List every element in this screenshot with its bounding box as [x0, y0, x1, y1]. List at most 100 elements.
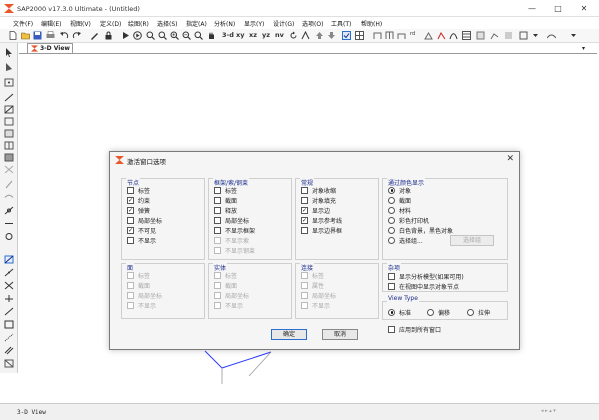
radio-dot[interactable] — [467, 308, 474, 316]
checkbox-frame-sections[interactable]: 截面 — [214, 196, 237, 205]
rotate-view-icon[interactable] — [289, 31, 298, 40]
checkbox-box[interactable]: ✓ — [127, 226, 134, 234]
draw-special-joint-icon[interactable] — [4, 180, 14, 189]
snap-options-icon[interactable] — [4, 359, 14, 368]
zoom-out-icon[interactable] — [182, 31, 191, 40]
checkbox-box[interactable] — [127, 186, 134, 194]
pointer-icon[interactable] — [4, 48, 14, 57]
snap-midpoint-icon[interactable] — [4, 268, 14, 277]
snap-perpendicular-icon[interactable] — [4, 294, 14, 303]
ok-button[interactable]: 确定 — [271, 329, 307, 340]
undo-icon[interactable] — [60, 31, 69, 40]
checkbox-joint-invisible[interactable]: ✓ 不可见 — [127, 226, 156, 235]
section-designer-icon[interactable] — [519, 31, 528, 40]
joint-restraint-icon[interactable] — [424, 31, 433, 40]
menu-display[interactable]: 显示(Y) — [244, 19, 264, 28]
radio-dot[interactable] — [388, 308, 395, 316]
perspective-icon[interactable] — [301, 31, 310, 40]
concrete-design-icon[interactable] — [504, 31, 513, 40]
radio-dot[interactable] — [388, 186, 395, 194]
snap-icon[interactable] — [4, 232, 14, 241]
draw-area-icon[interactable] — [4, 117, 14, 126]
checkbox-box[interactable] — [127, 216, 134, 224]
design-icon[interactable] — [476, 31, 485, 40]
options-dropdown-icon[interactable] — [569, 31, 578, 40]
snap-intersection-icon[interactable] — [4, 281, 14, 290]
checkbox-show-edges[interactable]: ✓ 显示边 — [301, 206, 330, 215]
checkbox-joint-local-axes[interactable]: 局部坐标 — [127, 216, 162, 225]
checkbox-box[interactable] — [388, 325, 395, 333]
radio-dot[interactable] — [388, 196, 395, 204]
print-icon[interactable] — [46, 31, 55, 40]
set-display-options-icon[interactable] — [342, 31, 351, 40]
view-nv-button[interactable]: nv — [275, 31, 284, 39]
snap-joints-icon[interactable] — [4, 255, 14, 264]
checkbox-show-bounding-box[interactable]: 显示边界框 — [301, 226, 342, 235]
checkbox-frame-hide-frames[interactable]: 不显示框架 — [214, 226, 255, 235]
menu-tools[interactable]: 工具(T) — [331, 19, 351, 28]
checkbox-frame-labels[interactable]: 标签 — [214, 186, 237, 195]
open-file-icon[interactable] — [21, 31, 30, 40]
draw-solid-icon[interactable] — [4, 153, 14, 162]
menu-help[interactable]: 帮助(H) — [361, 19, 382, 28]
checkbox-box[interactable]: ✓ — [127, 206, 134, 214]
steel-design-icon[interactable] — [490, 31, 499, 40]
draw-frame-icon[interactable] — [373, 31, 382, 40]
dialog-close-button[interactable]: ✕ — [506, 154, 514, 164]
checkbox-box[interactable]: ✓ — [301, 206, 308, 214]
checkbox-fill-objects[interactable]: 对象填充 — [301, 196, 336, 205]
radio-view-standard[interactable]: 标准 — [388, 308, 411, 317]
checkbox-box[interactable] — [388, 282, 395, 290]
checkbox-show-analysis-model[interactable]: 显示分析模型(如果可用) — [388, 272, 464, 281]
radio-dot[interactable] — [388, 236, 395, 244]
draw-section-cut-icon[interactable] — [4, 206, 14, 215]
redo-icon[interactable] — [72, 31, 81, 40]
maximize-button[interactable]: □ — [549, 3, 567, 14]
move-down-icon[interactable] — [327, 31, 336, 40]
minimize-button[interactable]: — — [523, 3, 541, 14]
draw-rectangular-area-icon[interactable] — [4, 129, 14, 138]
menu-options[interactable]: 选项(O) — [302, 19, 323, 28]
snap-lines-icon[interactable] — [4, 307, 14, 316]
lock-icon[interactable] — [104, 31, 113, 40]
checkbox-show-object-joints[interactable]: 在视图中显示对象节点 — [388, 282, 459, 291]
checkbox-box[interactable] — [214, 196, 221, 204]
radio-white-background[interactable]: 白色背景，黑色对象 — [388, 226, 453, 235]
menu-design[interactable]: 设计(G) — [273, 19, 294, 28]
checkbox-box[interactable] — [301, 186, 308, 194]
checkbox-frame-releases[interactable]: 释放 — [214, 206, 237, 215]
menu-draw[interactable]: 绘图(R) — [128, 19, 149, 28]
radio-color-printer[interactable]: 彩色打印机 — [388, 216, 429, 225]
radio-dot[interactable] — [388, 226, 395, 234]
show-tables-icon[interactable] — [462, 31, 471, 40]
radio-dot[interactable] — [427, 308, 434, 316]
checkbox-joint-springs[interactable]: ✓ 弹簧 — [127, 206, 150, 215]
checkbox-box[interactable] — [214, 226, 221, 234]
quick-draw-area-icon[interactable] — [4, 141, 14, 150]
draw-portal-icon[interactable] — [385, 31, 394, 40]
view-dropdown-icon[interactable]: ▾ — [582, 45, 585, 52]
radio-color-objects[interactable]: 对象 — [388, 186, 411, 195]
draw-joint-icon[interactable] — [4, 78, 14, 87]
checkbox-show-guidelines[interactable]: ✓ 显示参考线 — [301, 216, 342, 225]
view-xy-button[interactable]: xy — [236, 31, 244, 39]
snap-parallel-icon[interactable] — [4, 346, 14, 355]
radio-view-offset[interactable]: 偏移 — [427, 308, 450, 317]
draw-tendon-icon[interactable] — [4, 193, 14, 202]
view-3d-button[interactable]: 3-d — [222, 31, 234, 39]
checkbox-box[interactable] — [214, 186, 221, 194]
checkbox-box[interactable] — [214, 206, 221, 214]
quick-draw-frame-icon[interactable] — [4, 105, 14, 114]
view-xz-button[interactable]: xz — [249, 31, 257, 39]
checkbox-box[interactable] — [301, 196, 308, 204]
status-scroll-controls[interactable]: ◂ ▸ ▴ ▾ — [541, 408, 556, 414]
snap-extensions-icon[interactable] — [4, 333, 14, 342]
menu-analyze[interactable]: 分析(N) — [214, 19, 235, 28]
new-file-icon[interactable] — [8, 31, 17, 40]
draw-column-icon[interactable] — [397, 31, 406, 40]
radio-dot[interactable] — [388, 216, 395, 224]
checkbox-box[interactable]: ✓ — [127, 196, 134, 204]
checkbox-box[interactable] — [301, 226, 308, 234]
checkbox-joint-labels[interactable]: 标签 — [127, 186, 150, 195]
zoom-in-icon[interactable] — [170, 31, 179, 40]
